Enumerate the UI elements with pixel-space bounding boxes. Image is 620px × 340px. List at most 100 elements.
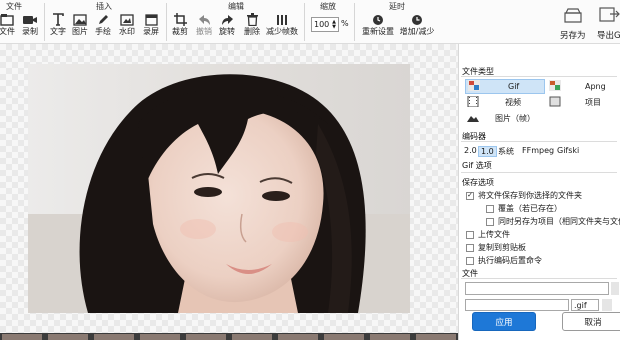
gif-options-title[interactable]: Gif 选项 (462, 160, 492, 171)
draw-button[interactable]: 手绘 (92, 12, 114, 42)
group-title-zoom: 缩放 (320, 2, 336, 11)
frame-thumbnail[interactable] (140, 334, 180, 340)
reduce-frames-icon (276, 12, 288, 27)
frame-thumbnail[interactable] (278, 334, 318, 340)
group-title-insert: 插入 (96, 2, 112, 11)
frame-thumbnail[interactable] (232, 334, 272, 340)
frame-thumbnail[interactable] (94, 334, 134, 340)
frame-strip[interactable] (0, 333, 458, 340)
screen-icon (144, 12, 158, 27)
watermark-button[interactable]: 水印 (116, 12, 138, 42)
reset-button[interactable]: 重新设置 (359, 12, 397, 42)
gif-icon (468, 80, 480, 93)
frame-thumbnail[interactable] (324, 334, 364, 340)
checkbox-icon[interactable] (466, 230, 474, 239)
image-button[interactable]: 图片 (69, 12, 91, 42)
reset-icon (372, 12, 384, 27)
adjust-delay-label: 增加/减少 (399, 27, 435, 36)
checkbox-icon[interactable] (466, 243, 474, 252)
encoder-system[interactable]: 系统 (496, 146, 516, 157)
filename-input[interactable] (465, 299, 569, 311)
separator (354, 3, 355, 41)
adjust-delay-button[interactable]: 增加/减少 (397, 12, 437, 42)
option-label: 将文件保存到你选择的文件夹 (478, 191, 582, 200)
delete-button[interactable]: 删除 (240, 12, 264, 42)
reduce-frames-button[interactable]: 减少帧数 (265, 12, 299, 42)
cancel-button[interactable]: 取消 (562, 312, 620, 331)
separator (166, 3, 167, 41)
extension-value: .gif (574, 300, 587, 310)
group-title-delay: 延时 (389, 2, 405, 11)
text-button[interactable]: 文字 (47, 12, 69, 42)
frame-thumbnail[interactable] (48, 334, 88, 340)
option-upload[interactable]: 上传文件 (466, 229, 510, 240)
apply-button[interactable]: 应用 (472, 312, 536, 331)
reset-label: 重新设置 (362, 27, 394, 36)
stepper-arrows-icon[interactable]: ▲ ▼ (332, 19, 336, 30)
zoom-stepper[interactable]: 100 ▲ ▼ (311, 17, 339, 32)
option-label: 覆盖（若已存在） (498, 204, 562, 213)
option-copy-clipboard[interactable]: 复制到剪贴板 (466, 242, 526, 253)
type-gif[interactable]: Gif (465, 79, 545, 94)
frame-thumbnail[interactable] (370, 334, 410, 340)
separator (44, 3, 45, 41)
video-icon (467, 95, 479, 109)
camera-icon (22, 12, 38, 27)
frame-thumbnail[interactable] (416, 334, 456, 340)
screen-record-button[interactable]: 录屏 (140, 12, 162, 42)
option-post-command[interactable]: 执行编码后置命令 (466, 255, 542, 266)
checkbox-icon[interactable] (486, 204, 494, 213)
text-label: 文字 (50, 27, 66, 36)
option-overwrite[interactable]: 覆盖（若已存在） (486, 203, 562, 214)
save-options-title: 保存选项 (462, 178, 494, 187)
type-frames[interactable]: 图片（帧） (465, 111, 545, 126)
option-label: 上传文件 (478, 230, 510, 239)
encoder-ffmpeg[interactable]: FFmpeg (520, 146, 556, 155)
record-button[interactable]: 录制 (19, 12, 41, 42)
encoder-2-0[interactable]: 2.0 (462, 146, 479, 155)
encoder-gifski[interactable]: Gifski (555, 146, 581, 155)
ribbon-toolbar: 文件 插入 编辑 缩放 延时 文件 录制 文字 图片 手绘 水印 录屏 裁剪 撤… (0, 0, 620, 44)
frame-thumbnail[interactable] (186, 334, 226, 340)
increase-number-icon[interactable] (602, 299, 612, 311)
save-as-label: 另存为 (560, 31, 586, 41)
checkbox-icon[interactable] (486, 217, 494, 226)
export-button[interactable]: 导出G (597, 5, 620, 41)
folder-path-input[interactable] (465, 282, 609, 295)
type-project[interactable]: 项目 (547, 95, 619, 110)
type-apng-label: Apng (585, 82, 606, 91)
option-save-project[interactable]: 同时另存为项目（相同文件夹与文件名） (486, 216, 620, 227)
option-save-to-folder[interactable]: ✓ 将文件保存到你选择的文件夹 (466, 190, 582, 201)
pen-icon (97, 12, 110, 27)
delete-label: 删除 (244, 27, 260, 36)
type-video[interactable]: 视频 (465, 95, 545, 110)
file-label: 文件 (0, 27, 15, 36)
checkbox-icon[interactable] (466, 256, 474, 265)
clock-icon (411, 12, 423, 27)
group-title-edit: 编辑 (228, 2, 244, 11)
text-icon (52, 12, 64, 27)
checkbox-checked-icon[interactable]: ✓ (466, 191, 474, 200)
rotate-button[interactable]: 旋转 (216, 12, 238, 42)
record-label: 录制 (22, 27, 38, 36)
apng-icon (549, 80, 561, 93)
undo-label: 撤销 (196, 27, 212, 36)
encoder-1-0[interactable]: 1.0 (478, 146, 497, 157)
crop-button[interactable]: 裁剪 (168, 12, 192, 42)
type-video-label: 视频 (505, 98, 521, 107)
file-button[interactable]: 文件 (0, 12, 18, 42)
type-apng[interactable]: Apng (547, 79, 619, 94)
undo-button[interactable]: 撤销 (193, 12, 215, 42)
frames-icon (467, 112, 479, 125)
canvas-area[interactable] (0, 44, 458, 333)
extension-select[interactable]: .gif (571, 299, 599, 311)
type-project-label: 项目 (585, 98, 601, 107)
save-as-button[interactable]: 另存为 (560, 5, 586, 41)
divider (461, 278, 617, 279)
watermark-icon (120, 12, 134, 27)
browse-folder-icon[interactable] (611, 282, 619, 295)
frame-thumbnail[interactable] (2, 334, 42, 340)
frame-image (28, 64, 410, 313)
rotate-icon (221, 12, 234, 27)
watermark-label: 水印 (119, 27, 135, 36)
